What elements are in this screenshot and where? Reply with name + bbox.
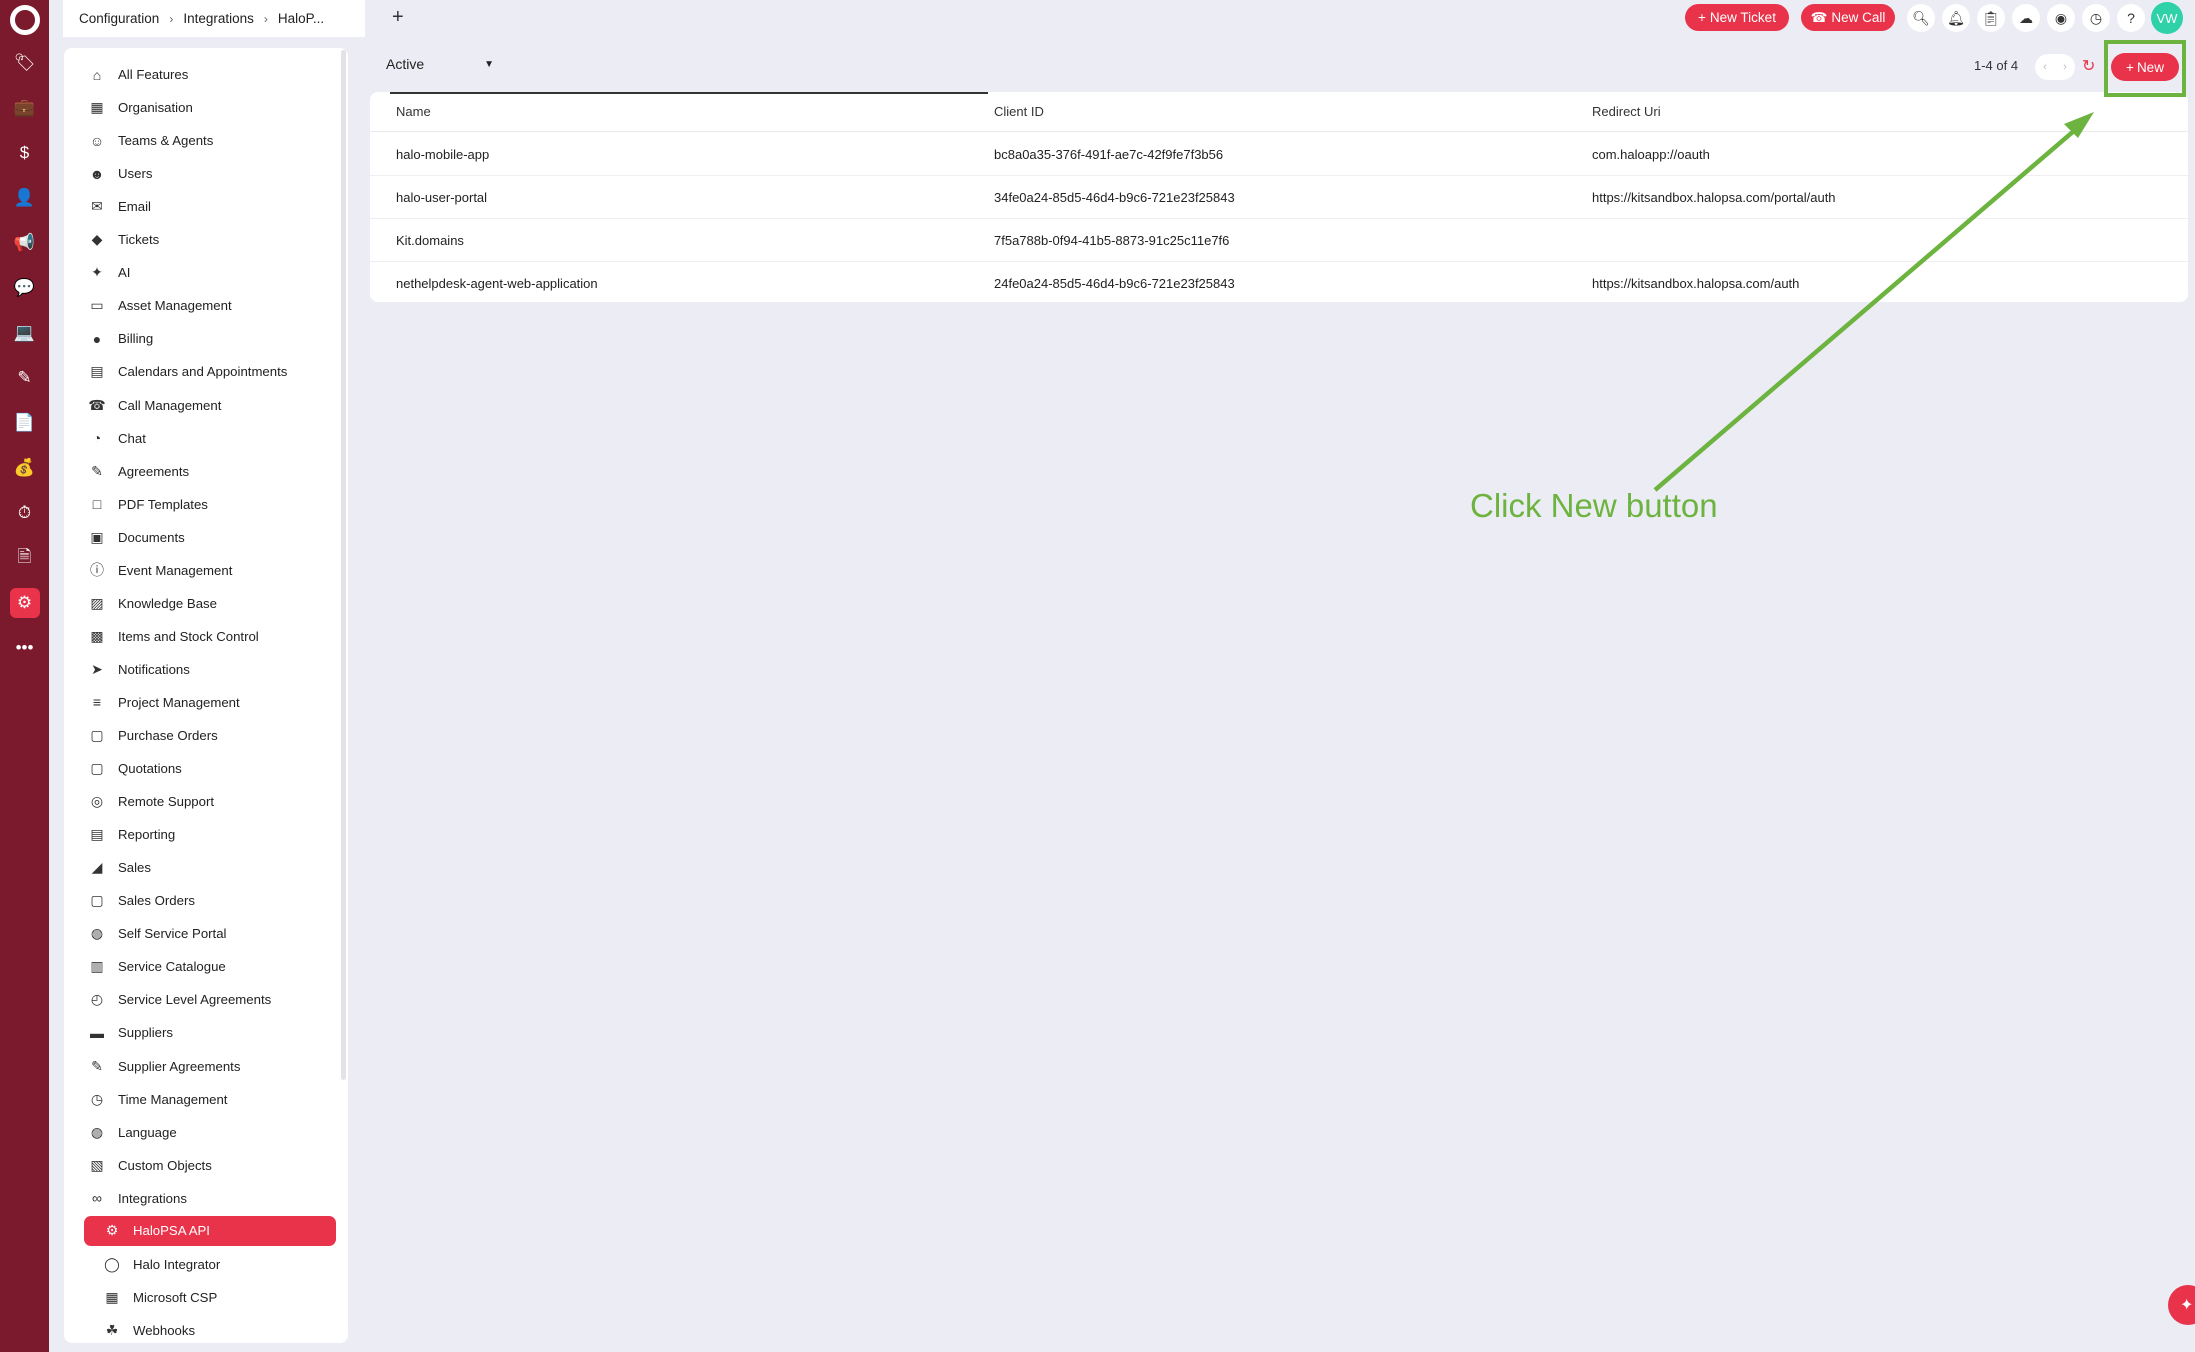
annotation-text: Click New button <box>1470 487 1718 524</box>
annotation-arrow <box>1653 112 2094 492</box>
